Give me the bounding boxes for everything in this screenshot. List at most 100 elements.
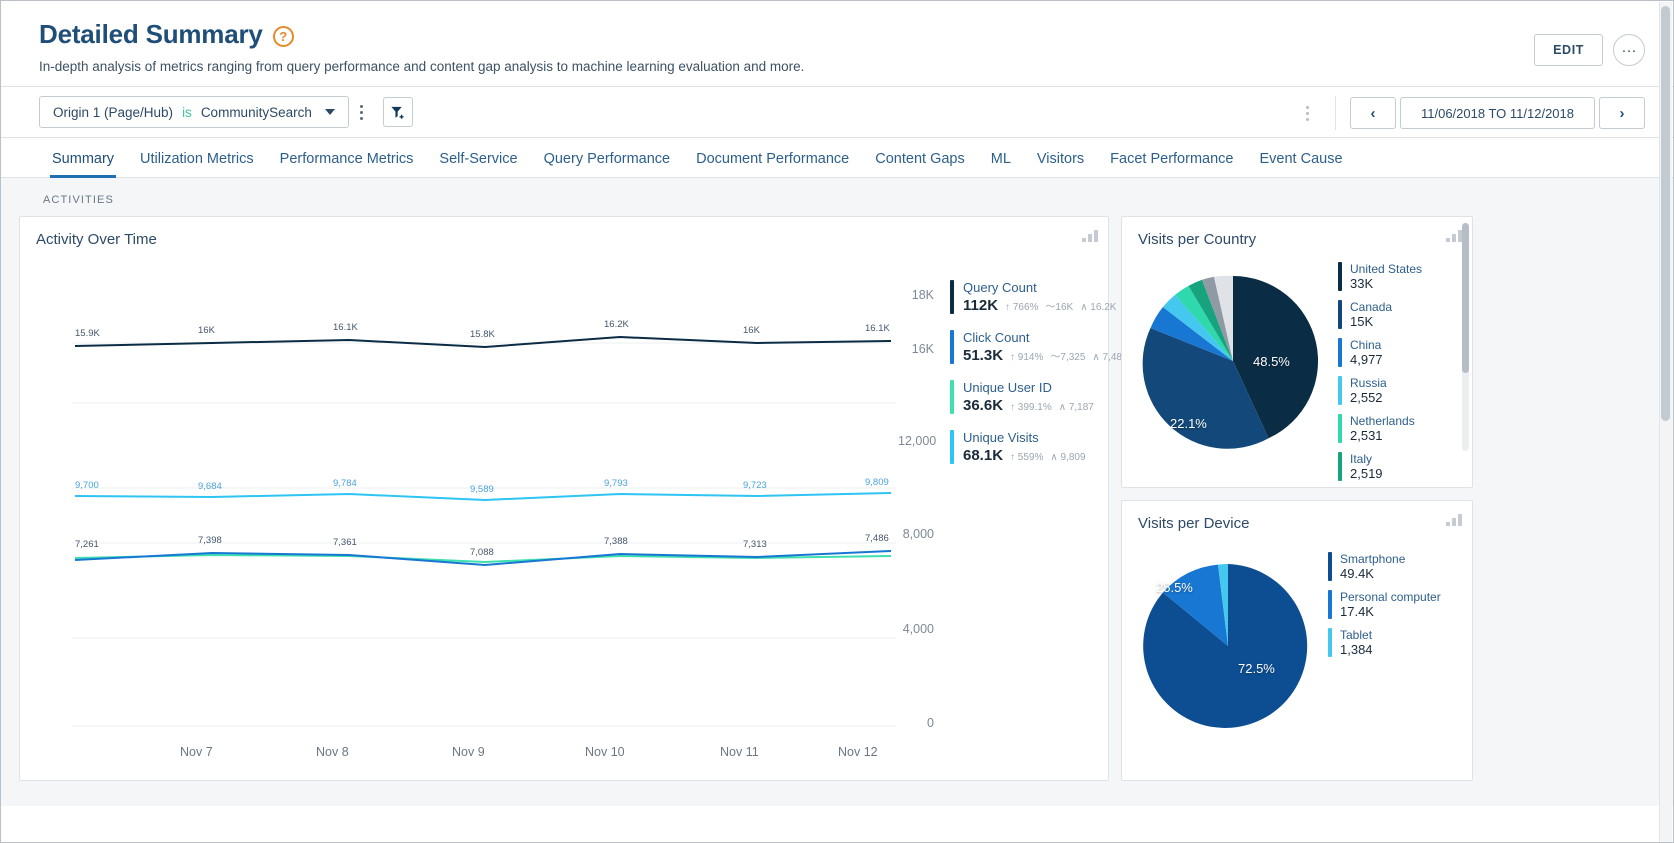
right-column: Visits per Country 48.5% 22.1% United St…: [1121, 216, 1473, 781]
filter-field: Origin 1 (Page/Hub): [53, 104, 174, 120]
tab-facet-performance[interactable]: Facet Performance: [1097, 151, 1246, 177]
legend-item-tablet[interactable]: Tablet 1,384: [1328, 628, 1441, 657]
y-tick-12k: 12,000: [898, 434, 937, 448]
metric-click-count[interactable]: Click Count 51.3K ↑ 914% 〜7,325 ∧ 7,486: [950, 330, 1150, 364]
tab-query-performance[interactable]: Query Performance: [531, 151, 684, 177]
legend-label: China: [1350, 338, 1382, 352]
card-visits-per-device: Visits per Device 72.5% 25.5% Smartphone…: [1121, 500, 1473, 781]
page-scrollbar-track[interactable]: [1659, 2, 1672, 842]
svg-text:7,088: 7,088: [470, 547, 494, 558]
metric-delta: ↑ 914%: [1010, 352, 1044, 363]
tab-utilization-metrics[interactable]: Utilization Metrics: [127, 151, 267, 177]
tab-event-cause[interactable]: Event Cause: [1246, 151, 1355, 177]
svg-text:9,700: 9,700: [75, 480, 99, 491]
svg-text:7,313: 7,313: [743, 539, 767, 550]
metric-query-count[interactable]: Query Count 112K ↑ 766% 〜16K ∧ 16.2K: [950, 280, 1150, 314]
svg-text:7,398: 7,398: [198, 535, 222, 546]
tab-content-gaps[interactable]: Content Gaps: [862, 151, 977, 177]
filter-chip-origin[interactable]: Origin 1 (Page/Hub) is CommunitySearch: [39, 96, 349, 128]
device-pct-secondary: 25.5%: [1156, 580, 1193, 595]
date-range-picker[interactable]: 11/06/2018 TO 11/12/2018: [1399, 97, 1595, 129]
dashboard-kebab-menu-icon[interactable]: [1295, 97, 1321, 129]
legend-label: Russia: [1350, 376, 1387, 390]
metric-delta: ↑ 766%: [1005, 302, 1039, 313]
legend-value: 17.4K: [1340, 604, 1374, 619]
card-menu-icon[interactable]: [1446, 513, 1462, 526]
legend-color-swatch: [1338, 300, 1342, 329]
metric-color-swatch: [950, 280, 954, 314]
legend-color-swatch: [1328, 628, 1332, 657]
card-visits-per-country: Visits per Country 48.5% 22.1% United St…: [1121, 216, 1473, 488]
legend-value: 33K: [1350, 276, 1374, 291]
tab-ml[interactable]: ML: [978, 151, 1024, 177]
filter-kebab-menu-icon[interactable]: [349, 96, 375, 128]
legend-item-netherlands[interactable]: Netherlands 2,531: [1338, 414, 1422, 443]
y-tick-18k: 18K: [911, 288, 934, 302]
legend-color-swatch: [1328, 590, 1332, 619]
metric-value: 112K: [963, 297, 999, 314]
svg-text:9,723: 9,723: [743, 480, 767, 491]
page-title: Detailed Summary: [39, 19, 263, 49]
svg-text:9,589: 9,589: [470, 484, 494, 495]
legend-item-russia[interactable]: Russia 2,552: [1338, 376, 1422, 405]
device-pie-chart[interactable]: 72.5% 25.5%: [1128, 546, 1328, 751]
metric-peak: ∧ 9,809: [1050, 452, 1086, 463]
legend-item-personal-computer[interactable]: Personal computer 17.4K: [1328, 590, 1441, 619]
country-pie-chart[interactable]: 48.5% 22.1%: [1128, 256, 1338, 471]
tab-performance-metrics[interactable]: Performance Metrics: [267, 151, 427, 177]
svg-text:16K: 16K: [743, 325, 761, 336]
legend-color-swatch: [1328, 552, 1332, 581]
card-menu-icon[interactable]: [1082, 229, 1098, 242]
metric-peak: ∧ 16.2K: [1080, 302, 1117, 313]
svg-text:15.8K: 15.8K: [470, 329, 495, 340]
add-filter-button[interactable]: [382, 97, 413, 127]
legend-label: Personal computer: [1340, 590, 1441, 604]
question-circle-icon[interactable]: ?: [272, 25, 294, 47]
metric-unique-visits[interactable]: Unique Visits 68.1K ↑ 559% ∧ 9,809: [950, 430, 1150, 464]
legend-label: Italy: [1350, 452, 1373, 466]
metric-delta: ↑ 399.1%: [1010, 402, 1052, 413]
previous-period-button[interactable]: ‹: [1349, 97, 1396, 129]
legend-scrollbar-thumb[interactable]: [1462, 223, 1469, 373]
legend-item-china[interactable]: China 4,977: [1338, 338, 1422, 367]
legend-item-united-states[interactable]: United States 33K: [1338, 262, 1422, 291]
more-options-button[interactable]: ···: [1613, 34, 1645, 66]
next-period-button[interactable]: ›: [1599, 97, 1645, 129]
x-tick-nov-8: Nov 8: [316, 745, 349, 759]
svg-text:7,486: 7,486: [865, 533, 889, 544]
page-scrollbar-thumb[interactable]: [1661, 6, 1670, 421]
metric-color-swatch: [950, 380, 954, 414]
x-tick-nov-11: Nov 11: [720, 745, 759, 759]
legend-label: Netherlands: [1350, 414, 1415, 428]
tab-visitors[interactable]: Visitors: [1024, 151, 1097, 177]
edit-button[interactable]: EDIT: [1534, 34, 1603, 66]
legend-item-canada[interactable]: Canada 15K: [1338, 300, 1422, 329]
filter-bar: Origin 1 (Page/Hub) is CommunitySearch ‹…: [1, 86, 1673, 138]
metric-average: 〜16K: [1045, 302, 1074, 313]
y-tick-0: 0: [927, 716, 934, 730]
section-label-activities: ACTIVITIES: [43, 194, 114, 206]
filter-operator: is: [182, 104, 192, 120]
metric-unique-user-id[interactable]: Unique User ID 36.6K ↑ 399.1% ∧ 7,187: [950, 380, 1150, 414]
legend-value: 15K: [1350, 314, 1374, 329]
svg-text:16.1K: 16.1K: [865, 323, 890, 334]
y-tick-16k: 16K: [911, 342, 934, 356]
y-tick-4000: 4,000: [902, 622, 934, 636]
tab-summary[interactable]: Summary: [39, 151, 127, 178]
tab-document-performance[interactable]: Document Performance: [683, 151, 862, 177]
legend-value: 4,977: [1350, 352, 1383, 367]
legend-item-smartphone[interactable]: Smartphone 49.4K: [1328, 552, 1441, 581]
y-tick-8000: 8,000: [902, 527, 934, 541]
card-menu-icon[interactable]: [1446, 229, 1462, 242]
divider: [1334, 96, 1336, 130]
legend-item-italy[interactable]: Italy 2,519: [1338, 452, 1422, 481]
svg-text:9,809: 9,809: [865, 477, 889, 488]
title-row: Detailed Summary ?: [39, 19, 1645, 50]
legend-value: 2,552: [1350, 390, 1383, 405]
tab-self-service[interactable]: Self-Service: [426, 151, 530, 177]
metric-legend: Query Count 112K ↑ 766% 〜16K ∧ 16.2K Cli…: [950, 280, 1150, 480]
metric-value: 36.6K: [963, 397, 1004, 414]
x-tick-nov-12: Nov 12: [838, 745, 878, 759]
chevron-down-icon[interactable]: [324, 109, 335, 115]
metric-average: 〜7,325: [1050, 352, 1086, 363]
